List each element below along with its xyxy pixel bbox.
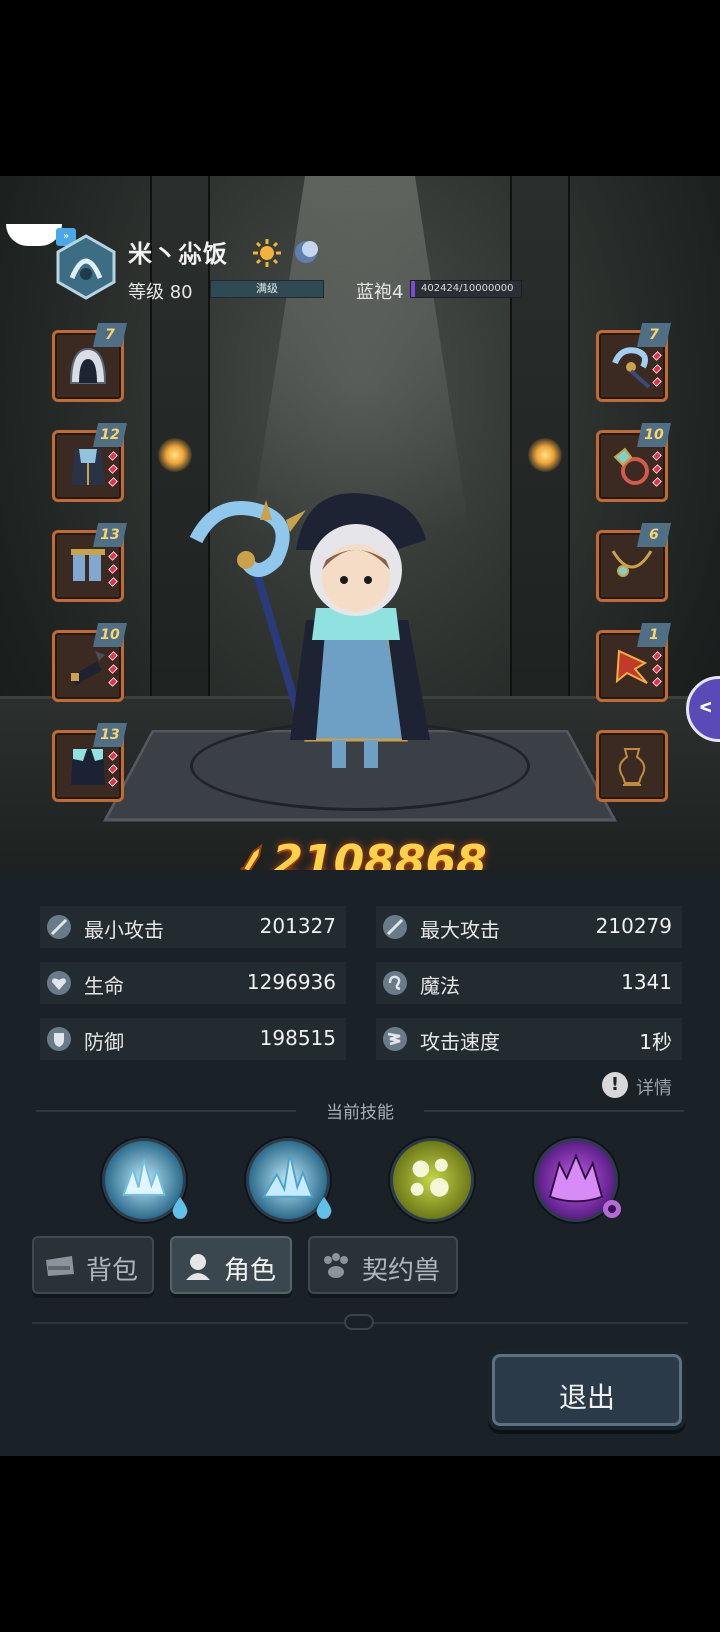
slot-level-badge: 6 xyxy=(637,523,671,547)
stat-mana: 魔法 1341 xyxy=(376,962,682,1004)
necklace-icon xyxy=(611,550,653,577)
gem-sockets xyxy=(108,651,119,687)
equip-slot-bracer[interactable]: 10 xyxy=(52,623,127,702)
boots-icon xyxy=(71,549,105,581)
charm-icon xyxy=(615,649,648,684)
equip-slot-robe[interactable]: 12 xyxy=(52,423,127,502)
equip-slot-empty[interactable] xyxy=(596,730,668,802)
exit-button[interactable]: 退出 xyxy=(488,1350,686,1430)
dark-orb-icon xyxy=(603,1200,621,1218)
vip-label: V xyxy=(696,701,713,713)
vase-placeholder-icon xyxy=(618,748,646,786)
stat-label: 攻击速度 xyxy=(420,1030,500,1054)
player-name: 米丶尛饭 xyxy=(128,240,228,268)
level-label: 等级 80 xyxy=(128,282,193,303)
exit-label: 退出 xyxy=(558,1381,615,1414)
heart-icon xyxy=(47,971,71,995)
stat-value: 198515 xyxy=(259,1026,336,1050)
tab-backpack[interactable]: 背包 xyxy=(32,1236,154,1294)
exp-bar: 402424/10000000 xyxy=(410,280,522,298)
tab-label: 角色 xyxy=(224,1256,277,1286)
skill-shadow-beast[interactable] xyxy=(534,1138,621,1222)
level-bar-text: 满级 xyxy=(256,282,278,295)
skill-poison-orbs[interactable] xyxy=(390,1138,474,1222)
stat-value: 1341 xyxy=(621,970,672,994)
level-bar: 满级 xyxy=(210,280,324,298)
mana-swirl-icon xyxy=(383,971,407,995)
sword-icon xyxy=(383,915,407,939)
stat-attack-speed: 攻击速度 1秒 xyxy=(376,1018,682,1060)
backpack-icon xyxy=(46,1256,74,1276)
stat-value: 1296936 xyxy=(246,970,336,994)
exp-bar-text: 402424/10000000 xyxy=(421,283,514,294)
water-drop-icon xyxy=(316,1197,332,1219)
stat-defense: 防御 198515 xyxy=(40,1018,346,1060)
skills-section-header: 当前技能 xyxy=(36,1096,684,1126)
hood-icon xyxy=(69,347,107,384)
gem-sockets xyxy=(108,551,119,587)
gem-sockets xyxy=(108,751,119,787)
divider-ornament xyxy=(344,1314,374,1330)
slot-level-badge: 10 xyxy=(637,423,671,447)
stat-value: 210279 xyxy=(595,914,672,938)
slot-level-badge: 13 xyxy=(93,523,127,547)
robe-icon xyxy=(71,449,105,485)
equip-slot-necklace[interactable]: 6 xyxy=(596,523,671,602)
torch-right-icon xyxy=(528,438,562,472)
equip-slot-hood[interactable]: 7 xyxy=(52,323,127,402)
torch-left-icon xyxy=(158,438,192,472)
gem-sockets xyxy=(652,351,663,387)
ring-icon xyxy=(613,447,649,485)
poison-orbs-skill-icon xyxy=(410,1158,449,1197)
tab-label: 背包 xyxy=(86,1256,139,1286)
slot-level-badge: 7 xyxy=(637,323,671,347)
slot-level-badge: 12 xyxy=(93,423,127,447)
equip-slot-staff[interactable]: 7 xyxy=(596,323,671,402)
exp-bar-fill xyxy=(411,281,416,297)
equip-slot-charm[interactable]: 1 xyxy=(596,623,671,702)
stat-label: 魔法 xyxy=(420,974,460,998)
shield-icon xyxy=(47,1027,71,1051)
moon-title-icon[interactable] xyxy=(292,238,320,266)
sword-icon xyxy=(47,915,71,939)
stat-min-attack: 最小攻击 201327 xyxy=(40,906,346,948)
skill-ice-crystal[interactable] xyxy=(102,1138,188,1222)
rank-emblem-icon[interactable] xyxy=(52,234,120,300)
tab-label: 契约兽 xyxy=(362,1256,441,1286)
staff-icon xyxy=(612,347,651,389)
sun-title-icon[interactable] xyxy=(252,238,282,268)
gem-sockets xyxy=(108,451,119,487)
bracer-icon xyxy=(70,651,105,686)
slot-level-badge: 13 xyxy=(93,723,127,747)
stat-value: 201327 xyxy=(259,914,336,938)
stat-value: 1秒 xyxy=(639,1030,672,1054)
player-header: » 米丶尛饭 等级 80 满级 蓝袍4 402424/10000000 xyxy=(0,224,720,304)
slot-level-badge: 10 xyxy=(93,623,127,647)
equip-slot-boots[interactable]: 13 xyxy=(52,523,127,602)
cape-icon xyxy=(71,749,105,785)
wing-speed-icon xyxy=(383,1027,407,1051)
skills-title: 当前技能 xyxy=(326,1103,394,1123)
slot-level-badge: 1 xyxy=(637,623,671,647)
slot-level-badge: 7 xyxy=(93,323,127,347)
equip-slot-cape[interactable]: 13 xyxy=(52,723,127,802)
rank-label: 蓝袍4 xyxy=(356,282,404,303)
stat-max-attack: 最大攻击 210279 xyxy=(376,906,682,948)
character-icon xyxy=(186,1254,210,1280)
paw-icon xyxy=(324,1253,348,1278)
stat-label: 防御 xyxy=(84,1030,124,1054)
gem-sockets xyxy=(652,451,663,487)
stat-label: 最大攻击 xyxy=(420,918,500,942)
stat-label: 生命 xyxy=(84,974,124,998)
equip-slot-ring[interactable]: 10 xyxy=(596,423,671,502)
water-drop-icon xyxy=(172,1197,188,1219)
player-character xyxy=(189,493,430,768)
stat-label: 最小攻击 xyxy=(84,918,164,942)
info-icon: ! xyxy=(602,1072,628,1098)
gem-sockets xyxy=(652,651,663,687)
stat-health: 生命 1296936 xyxy=(40,962,346,1004)
skill-ice-spike[interactable] xyxy=(246,1138,332,1222)
tab-character[interactable]: 角色 xyxy=(170,1236,292,1294)
tab-contract-beast[interactable]: 契约兽 xyxy=(308,1236,458,1294)
